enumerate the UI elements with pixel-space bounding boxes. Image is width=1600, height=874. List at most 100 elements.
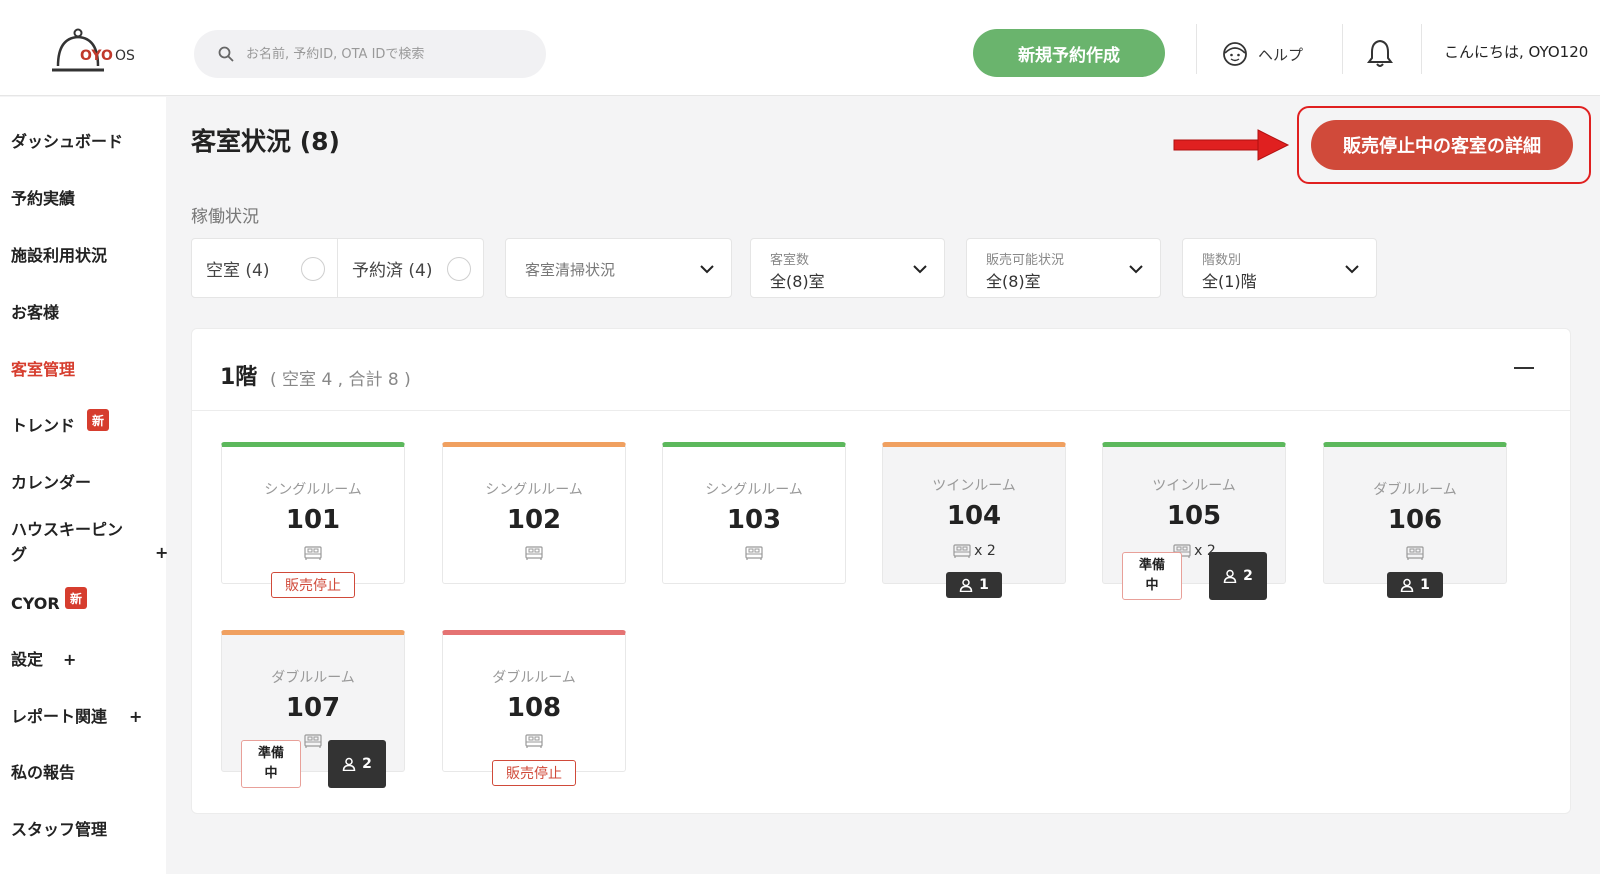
sidebar-item-settings[interactable]: 設定 — [11, 649, 43, 671]
room-card[interactable]: ツインルーム 104 x 2 — [882, 442, 1066, 584]
floor-dropdown[interactable]: 階数別 全(1)階 — [1182, 238, 1377, 298]
header-divider — [1196, 24, 1197, 74]
room-number: 105 — [1166, 501, 1222, 531]
help-link[interactable]: ヘルプ — [1222, 40, 1303, 68]
person-icon — [342, 757, 356, 771]
sidebar-item-calendar[interactable]: カレンダー — [11, 472, 91, 494]
status-chip-group: 空室 (4) 予約済 (4) — [191, 238, 484, 298]
sidebar-item-room-management[interactable]: 客室管理 — [11, 359, 75, 381]
room-card[interactable]: ダブルルーム 108 — [442, 630, 626, 772]
guest-count: 2 — [1243, 568, 1253, 584]
preparing-tag: 準備中 — [241, 740, 301, 788]
preparing-tag-line: 準備 — [1138, 558, 1165, 573]
header-divider — [1342, 24, 1343, 74]
room-number: 107 — [285, 693, 341, 723]
search-icon — [218, 46, 234, 62]
bed-icon — [304, 734, 322, 748]
sidebar-item-bookings[interactable]: 予約実績 — [11, 188, 75, 210]
room-type: シングルルーム — [705, 482, 803, 498]
search-input[interactable] — [246, 40, 526, 68]
dropdown-value: 全(1)階 — [1202, 272, 1257, 291]
operation-status-label: 稼働状況 — [191, 207, 259, 227]
room-number: 104 — [946, 501, 1002, 531]
floor-summary: ( 空室 4 , 合計 8 ) — [270, 370, 411, 390]
out-of-service-tag: 販売停止 — [492, 760, 576, 786]
sidebar-item-dashboard[interactable]: ダッシュボード — [11, 131, 123, 153]
expand-icon[interactable]: + — [129, 707, 142, 726]
bed-icon — [1406, 546, 1424, 560]
sidebar-item-cyor[interactable]: CYOR — [11, 593, 60, 615]
guest-count-badge: 1 — [946, 572, 1002, 598]
sidebar-item-housekeeping[interactable]: ハウスキーピン グ — [11, 517, 141, 567]
guest-count: 2 — [362, 756, 372, 772]
vacant-chip[interactable]: 空室 (4) — [192, 239, 337, 297]
sidebar-item-guests[interactable]: お客様 — [11, 302, 59, 324]
out-of-service-tag: 販売停止 — [271, 572, 355, 598]
help-label: ヘルプ — [1258, 45, 1304, 64]
new-badge: 新 — [87, 409, 109, 431]
bed-info — [443, 545, 625, 561]
room-number: 103 — [726, 505, 782, 535]
room-count-dropdown[interactable]: 客室数 全(8)室 — [750, 238, 945, 298]
guest-count-badge: 2 — [328, 740, 386, 788]
chevron-down-icon — [913, 265, 927, 274]
top-header: OYOOS 新規予約作成 ヘルプ こんにちは, OYO120 — [0, 0, 1600, 96]
sidebar-item-reports[interactable]: レポート関連 — [11, 706, 107, 728]
new-reservation-button[interactable]: 新規予約作成 — [973, 29, 1165, 77]
preparing-tag-line: 準備 — [257, 746, 284, 761]
cleaning-status-dropdown[interactable]: 客室清掃状況 — [505, 238, 732, 298]
sidebar-item-my-reports[interactable]: 私の報告 — [11, 762, 75, 784]
expand-icon[interactable]: + — [155, 543, 168, 562]
support-face-icon — [1223, 42, 1247, 66]
floor-header: 1階 ( 空室 4 , 合計 8 ) — [192, 329, 1570, 411]
room-card[interactable]: ダブルルーム 106 — [1323, 442, 1507, 584]
room-number: 102 — [506, 505, 562, 535]
room-type: ツインルーム — [1152, 478, 1236, 494]
bed-icon — [525, 734, 543, 748]
guest-count-badge: 2 — [1209, 552, 1267, 600]
chevron-down-icon — [700, 265, 714, 274]
room-number: 108 — [506, 693, 562, 723]
chevron-down-icon — [1129, 265, 1143, 274]
collapse-icon[interactable] — [1514, 367, 1534, 369]
room-card[interactable]: シングルルーム 103 — [662, 442, 846, 584]
preparing-tag: 準備中 — [1122, 552, 1182, 600]
room-card[interactable]: シングルルーム 102 — [442, 442, 626, 584]
header-divider — [1421, 24, 1422, 74]
radio-icon[interactable] — [301, 257, 325, 281]
sale-status-dropdown[interactable]: 販売可能状況 全(8)室 — [966, 238, 1161, 298]
room-card[interactable]: シングルルーム 101 — [221, 442, 405, 584]
new-badge: 新 — [65, 587, 87, 609]
sidebar-item-staff[interactable]: スタッフ管理 — [11, 819, 107, 841]
dropdown-caption: 販売可能状況 — [986, 253, 1065, 268]
bed-icon — [304, 546, 322, 560]
sidebar-nav: ダッシュボード 予約実績 施設利用状況 お客様 客室管理 トレンド 新 カレンダ… — [0, 97, 168, 874]
annotation-arrow-icon — [1173, 129, 1290, 161]
guest-count: 1 — [979, 577, 989, 593]
notification-bell-icon[interactable] — [1366, 38, 1394, 68]
room-number: 106 — [1387, 505, 1443, 535]
radio-icon[interactable] — [447, 257, 471, 281]
bed-info — [443, 733, 625, 749]
room-type: ダブルルーム — [492, 670, 576, 686]
expand-icon[interactable]: + — [63, 650, 76, 669]
room-type: シングルルーム — [485, 482, 583, 498]
bed-info: x 2 — [883, 543, 1065, 559]
floor-name: 1階 — [220, 365, 258, 390]
guest-count-badge: 1 — [1387, 572, 1443, 598]
logo-suffix: OS — [114, 48, 135, 64]
vacant-chip-label: 空室 (4) — [206, 260, 270, 281]
preparing-tag-line: 中 — [264, 766, 278, 781]
sidebar-item-occupancy[interactable]: 施設利用状況 — [11, 245, 107, 267]
bed-info — [663, 545, 845, 561]
sidebar-item-trends[interactable]: トレンド — [11, 415, 75, 437]
bed-icon — [745, 546, 763, 560]
user-greeting[interactable]: こんにちは, OYO120 — [1444, 41, 1588, 62]
search-bar[interactable] — [194, 30, 546, 78]
out-of-service-details-button[interactable]: 販売停止中の客室の詳細 — [1311, 120, 1573, 170]
reserved-chip[interactable]: 予約済 (4) — [337, 239, 483, 297]
guest-count: 1 — [1420, 577, 1430, 593]
bed-icon — [953, 544, 971, 558]
dropdown-caption: 客室数 — [770, 253, 810, 268]
room-number: 101 — [285, 505, 341, 535]
